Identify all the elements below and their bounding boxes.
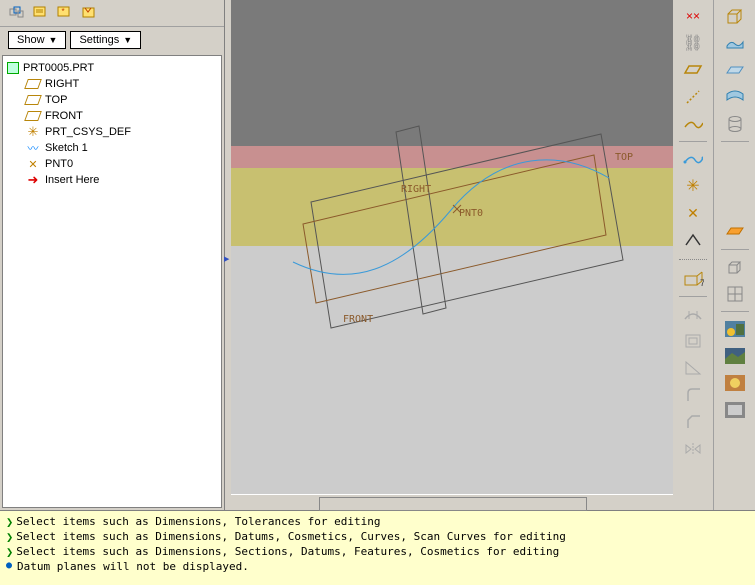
tool-render-2[interactable]	[720, 344, 750, 368]
tool-cube[interactable]	[720, 255, 750, 279]
status-message: ● Datum planes will not be displayed.	[6, 560, 749, 574]
settings-dropdown[interactable]: Settings ▼	[70, 31, 141, 49]
tool-blend[interactable]	[678, 302, 708, 326]
tree-item[interactable]: ✳ PRT_CSYS_DEF	[25, 124, 217, 140]
csys-icon: ✳	[25, 125, 41, 139]
tool-box[interactable]	[720, 4, 750, 28]
chevron-down-icon: ▼	[49, 35, 58, 45]
tool-mirror[interactable]	[678, 437, 708, 461]
tool-triangle[interactable]	[678, 228, 708, 252]
viewport-label-front: FRONT	[343, 314, 373, 325]
chevron-down-icon: ▼	[123, 35, 132, 45]
datum-plane-icon	[25, 109, 41, 123]
status-message: ❯Select items such as Dimensions, Sectio…	[6, 545, 749, 560]
status-message: ❯Select items such as Dimensions, Tolera…	[6, 515, 749, 530]
tree-item[interactable]: TOP	[25, 92, 217, 108]
tool-surface[interactable]	[720, 31, 750, 55]
tree-item-label: FRONT	[45, 110, 83, 122]
tree-item[interactable]: ✕ PNT0	[25, 156, 217, 172]
tree-item-label: RIGHT	[45, 78, 79, 90]
viewport-label-pnt0: PNT0	[459, 208, 483, 219]
svg-text:*: *	[61, 7, 64, 16]
tool-cylinder[interactable]	[720, 112, 750, 136]
tool-quilt[interactable]	[720, 85, 750, 109]
tool-curve[interactable]	[678, 112, 708, 136]
datum-plane-icon	[25, 93, 41, 107]
msg-text: Select items such as Dimensions, Datums,…	[16, 530, 566, 544]
tool-view[interactable]	[720, 282, 750, 306]
tree-item[interactable]: 〰 Sketch 1	[25, 140, 217, 156]
viewport-3d[interactable]: TOP RIGHT PNT0 FRONT	[231, 0, 673, 494]
tool-flag[interactable]	[720, 220, 750, 244]
tree-item-label: PNT0	[45, 158, 73, 170]
tool-plane[interactable]	[678, 58, 708, 82]
msg-bullet-icon: ●	[6, 560, 12, 573]
toolbar-icon-3[interactable]: *	[54, 3, 76, 23]
msg-text: Select items such as Dimensions, Section…	[16, 545, 559, 559]
tool-extrude[interactable]: 7	[678, 267, 708, 291]
toolbar-icon-4[interactable]	[78, 3, 100, 23]
sketch-icon: 〰	[25, 141, 41, 155]
tool-render-4[interactable]	[720, 398, 750, 422]
tool-axis[interactable]	[678, 85, 708, 109]
tool-sheet[interactable]	[720, 58, 750, 82]
tool-link[interactable]: ⛓	[678, 31, 708, 55]
toolbar-icon-1[interactable]	[6, 3, 28, 23]
tree-item-label: PRT_CSYS_DEF	[45, 126, 131, 138]
tree-item-label: Sketch 1	[45, 142, 88, 154]
msg-arrow-icon: ❯	[6, 545, 13, 560]
left-panel: * Show ▼ Settings ▼ PRT0005.PRT RIGHT TOP …	[0, 0, 225, 510]
tree-root-label: PRT0005.PRT	[23, 62, 94, 74]
datum-plane-icon	[25, 77, 41, 91]
tool-point-xx[interactable]: ××	[678, 4, 708, 28]
msg-text: Select items such as Dimensions, Toleran…	[16, 515, 380, 529]
msg-arrow-icon: ❯	[6, 530, 13, 545]
tool-draft[interactable]	[678, 356, 708, 380]
tree-item[interactable]: FRONT	[25, 108, 217, 124]
tool-chamfer[interactable]	[678, 410, 708, 434]
tool-csys-icon[interactable]: ✳	[678, 174, 708, 198]
tool-render-1[interactable]	[720, 317, 750, 341]
insert-arrow-icon: ➜	[25, 173, 41, 187]
tool-render-3[interactable]	[720, 371, 750, 395]
message-panel: ❯Select items such as Dimensions, Tolera…	[0, 510, 755, 585]
msg-text: Datum planes will not be displayed.	[17, 560, 249, 574]
viewport-geometry	[231, 0, 671, 494]
status-message: ❯Select items such as Dimensions, Datums…	[6, 530, 749, 545]
tool-spline[interactable]	[678, 147, 708, 171]
tool-shell[interactable]	[678, 329, 708, 353]
horizontal-scrollbar[interactable]	[231, 494, 673, 510]
point-icon: ✕	[25, 157, 41, 171]
right-toolbars: ×× ⛓ ✳ ✕ 7	[673, 0, 755, 510]
msg-arrow-icon: ❯	[6, 515, 13, 530]
tree-item[interactable]: ➜ Insert Here	[25, 172, 217, 188]
viewport-label-right: RIGHT	[401, 184, 431, 195]
show-dropdown[interactable]: Show ▼	[8, 31, 66, 49]
part-file-icon	[7, 62, 19, 74]
tree-root[interactable]: PRT0005.PRT	[7, 60, 217, 76]
viewport-label-top: TOP	[615, 152, 633, 163]
settings-label: Settings	[79, 34, 119, 46]
tool-cross[interactable]: ✕	[678, 201, 708, 225]
tool-round[interactable]	[678, 383, 708, 407]
show-label: Show	[17, 34, 45, 46]
tree-item-label: TOP	[45, 94, 67, 106]
svg-text:7: 7	[700, 278, 704, 288]
toolbar-icon-2[interactable]	[30, 3, 52, 23]
tree-item[interactable]: RIGHT	[25, 76, 217, 92]
model-tree[interactable]: PRT0005.PRT RIGHT TOP FRONT ✳ PRT_CSYS_DE…	[2, 55, 222, 508]
tree-item-label: Insert Here	[45, 174, 99, 186]
